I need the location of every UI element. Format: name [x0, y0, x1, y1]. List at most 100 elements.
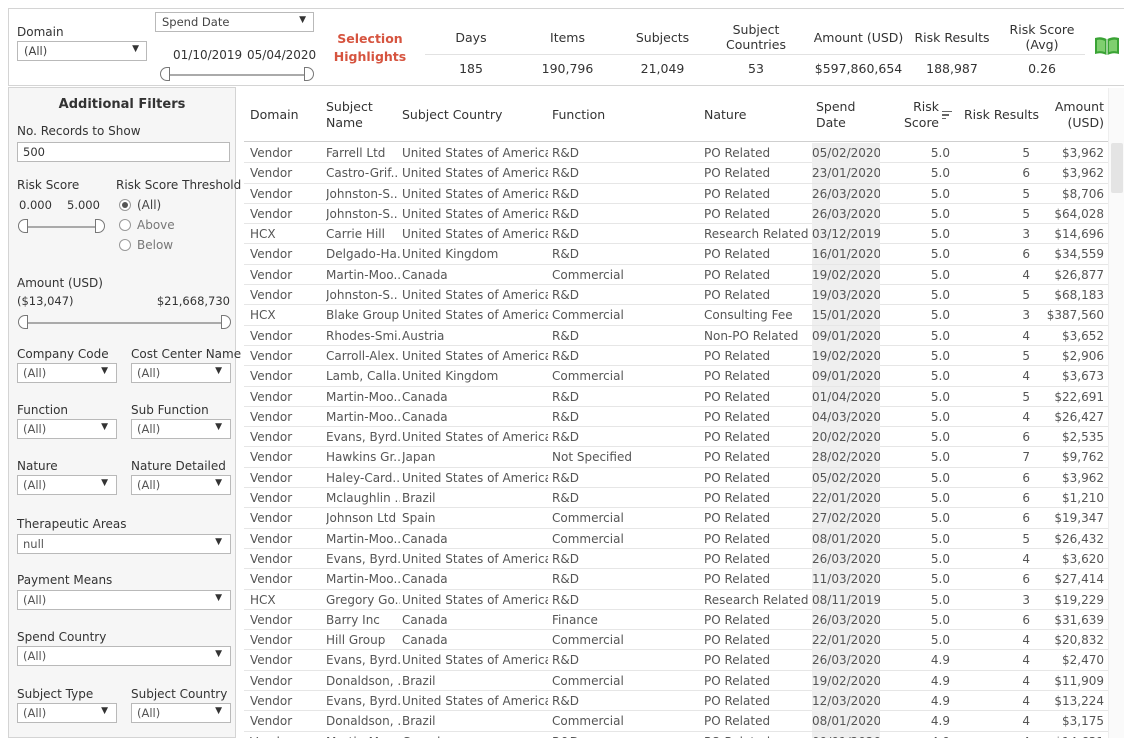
cell-amount: $3,620: [1062, 551, 1104, 566]
cost-center-dropdown[interactable]: (All) ▼: [131, 363, 231, 383]
cell-risk-score: 5.0: [930, 369, 950, 384]
table-row[interactable]: HCX Carrie Hill United States of America R&…: [244, 224, 1108, 245]
table-row[interactable]: Vendor Hawkins Gr.. Japan Not Specified PO R…: [244, 447, 1108, 468]
col-header-domain[interactable]: Domain: [250, 88, 320, 142]
company-code-dropdown[interactable]: (All) ▼: [17, 363, 117, 383]
cell-risk-results: 6: [1022, 430, 1030, 445]
cell-spend-date: 23/01/2020: [812, 163, 880, 184]
col-header-amount[interactable]: Amount (USD): [1042, 88, 1104, 142]
table-row[interactable]: Vendor Martin-Moo..Canada R&DPO Related09/…: [244, 731, 1108, 738]
threshold-option-all[interactable]: (All): [119, 198, 161, 212]
date-range-start-handle[interactable]: [160, 67, 170, 81]
table-row[interactable]: Vendor Carroll-Alex.. United States of Ame…: [244, 345, 1108, 367]
table-row[interactable]: Vendor Evans, Byrd.. United States of Amer…: [244, 650, 1108, 671]
records-to-show-input[interactable]: 500: [17, 142, 230, 162]
cell-risk-results: 4: [1022, 633, 1030, 648]
payment-means-dropdown[interactable]: (All) ▼: [17, 590, 231, 610]
additional-filters-title: Additional Filters: [58, 97, 186, 112]
table-scrollbar[interactable]: [1108, 88, 1124, 738]
cell-subject-country: Canada: [402, 572, 448, 587]
cell-amount: $3,652: [1062, 328, 1104, 343]
table-row[interactable]: Vendor Haley-Card.. United States of Ameri…: [244, 467, 1108, 489]
table-row[interactable]: Vendor Farrell Ltd United States of Americ…: [244, 143, 1108, 164]
function-dropdown[interactable]: (All) ▼: [17, 419, 117, 439]
nature-dropdown[interactable]: (All) ▼: [17, 475, 117, 495]
therapeutic-areas-dropdown[interactable]: null ▼: [17, 534, 231, 554]
col-header-spend-date[interactable]: Spend Date: [816, 88, 881, 142]
spend-date-label: Spend Date: [162, 15, 230, 29]
cell-function: R&D: [552, 551, 579, 566]
table-row[interactable]: Vendor Hill Group Canada Commercial PO Relat…: [244, 630, 1108, 651]
cell-risk-results: 6: [1022, 511, 1030, 526]
cell-subject-country: Japan: [402, 450, 436, 465]
subject-country-dropdown[interactable]: (All) ▼: [131, 703, 231, 723]
table-row[interactable]: Vendor Martin-Moo.. Canada R&D PO Related 11/…: [244, 569, 1108, 590]
table-row[interactable]: Vendor Martin-Moo.. Canada R&D PO Related 01/…: [244, 386, 1108, 407]
col-header-risk-results[interactable]: Risk Results: [964, 88, 1044, 142]
table-row[interactable]: Vendor Donaldson, .. Brazil Commercial PO Re…: [244, 670, 1108, 692]
cell-nature: Research Related: [704, 227, 809, 242]
cell-nature: PO Related: [704, 409, 771, 424]
cell-risk-results: 4: [1022, 267, 1030, 282]
cell-subject-country: United States of America: [402, 348, 548, 363]
kpi-items-label: Items: [550, 29, 585, 45]
risk-score-min-handle[interactable]: [18, 219, 28, 233]
table-row[interactable]: Vendor Evans, Byrd.. United States of Amer…: [244, 691, 1108, 712]
cell-spend-date: 09/01/2020: [812, 366, 880, 387]
chevron-down-icon: ▼: [215, 422, 222, 432]
domain-dropdown[interactable]: (All) ▼: [17, 41, 147, 61]
subject-type-label: Subject Type: [17, 687, 94, 701]
table-row[interactable]: Vendor Evans, Byrd.. United States of Amer…: [244, 548, 1108, 570]
col-header-subject-country[interactable]: Subject Country: [402, 88, 552, 142]
subject-type-dropdown[interactable]: (All) ▼: [17, 703, 117, 723]
table-row[interactable]: HCX Blake Group United States of America Co…: [244, 305, 1108, 326]
table-row[interactable]: Vendor Rhodes-Smi.. Austria R&D Non-PO Relat…: [244, 325, 1108, 346]
nature-detailed-dropdown[interactable]: (All) ▼: [131, 475, 231, 495]
risk-score-max-handle[interactable]: [95, 219, 105, 233]
cell-domain: Vendor: [250, 450, 293, 465]
sort-descending-icon[interactable]: [942, 109, 952, 122]
table-row[interactable]: Vendor Johnston-S.. United States of Ameri…: [244, 203, 1108, 225]
amount-max-handle[interactable]: [221, 315, 231, 329]
scrollbar-thumb[interactable]: [1111, 143, 1123, 193]
cell-risk-results: 3: [1022, 227, 1030, 242]
cell-risk-score: 5.0: [930, 612, 950, 627]
table-row[interactable]: Vendor Martin-Moo.. Canada Commercial PO Rel…: [244, 528, 1108, 549]
table-row[interactable]: Vendor Castro-Grif.. United States of Amer…: [244, 163, 1108, 184]
table-row[interactable]: Vendor Johnston-S.. United States of Ameri…: [244, 183, 1108, 204]
records-table: Domain Subject Name Subject Country Func…: [244, 88, 1108, 738]
table-row[interactable]: Vendor Barry Inc Canada Finance PO Related 26…: [244, 609, 1108, 631]
spend-country-dropdown[interactable]: (All) ▼: [17, 646, 231, 666]
cell-nature: PO Related: [704, 633, 771, 648]
spend-date-dropdown[interactable]: Spend Date ▼: [155, 12, 314, 32]
col-header-subject-name[interactable]: Subject Name: [326, 88, 396, 142]
cell-function: Commercial: [552, 511, 624, 526]
book-icon[interactable]: [1094, 35, 1120, 57]
table-row[interactable]: Vendor Delgado-Ha.. United Kingdom R&D PO Re…: [244, 244, 1108, 265]
sub-function-dropdown[interactable]: (All) ▼: [131, 419, 231, 439]
table-row[interactable]: Vendor Martin-Moo.. Canada R&D PO Related 04/…: [244, 406, 1108, 428]
cell-nature: PO Related: [704, 470, 771, 485]
table-row[interactable]: HCX Gregory Go.. United States of America R…: [244, 589, 1108, 610]
table-row[interactable]: Vendor Martin-Moo.. Canada Commercial PO Rel…: [244, 264, 1108, 286]
cell-subject-country: United States of America: [402, 166, 548, 181]
table-row[interactable]: Vendor Johnson Ltd Spain Commercial PO Relat…: [244, 508, 1108, 529]
cell-spend-date: 03/12/2019: [812, 224, 880, 245]
amount-min-handle[interactable]: [18, 315, 28, 329]
chevron-down-icon: ▼: [215, 649, 222, 659]
table-row[interactable]: Vendor Evans, Byrd.. United States of Amer…: [244, 427, 1108, 448]
table-row[interactable]: Vendor Lamb, Calla.. United Kingdom Commerc…: [244, 366, 1108, 387]
cell-function: R&D: [552, 470, 579, 485]
col-header-risk-score[interactable]: Risk Score: [884, 88, 960, 142]
col-header-nature[interactable]: Nature: [704, 88, 814, 142]
kpi-amount-label: Amount (USD): [813, 29, 904, 45]
table-row[interactable]: Vendor Johnston-S.. United States of Ameri…: [244, 285, 1108, 306]
table-row[interactable]: Vendor Donaldson, .. Brazil Commercial PO Re…: [244, 711, 1108, 732]
col-header-function[interactable]: Function: [552, 88, 702, 142]
cell-amount: $64,028: [1054, 206, 1104, 221]
cell-subject-name: Evans, Byrd..: [326, 694, 400, 709]
cell-subject-country: Brazil: [402, 714, 436, 729]
threshold-option-below[interactable]: Below: [119, 238, 173, 252]
table-row[interactable]: Vendor Mclaughlin .. Brazil R&D PO Related 22…: [244, 488, 1108, 509]
threshold-option-above[interactable]: Above: [119, 218, 175, 232]
